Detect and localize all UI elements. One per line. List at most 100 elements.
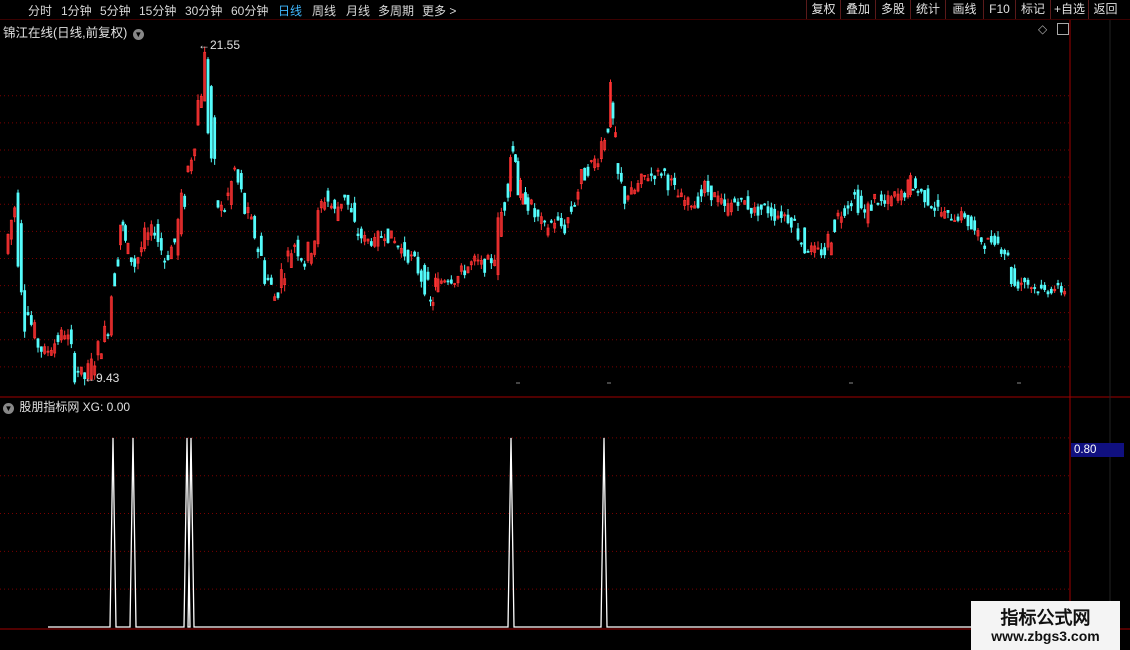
candle-body — [511, 146, 515, 152]
candle-body — [833, 219, 837, 232]
period-tab-9[interactable]: 多周期 — [378, 2, 414, 19]
candle-body — [563, 224, 567, 234]
candle-body — [549, 220, 553, 223]
event-marker-5[interactable] — [1017, 382, 1021, 384]
candle-body — [759, 204, 763, 210]
candle-body — [911, 188, 915, 191]
candle-body — [773, 208, 777, 221]
candle-body — [396, 245, 400, 248]
candle-body — [1023, 277, 1027, 283]
candle-body — [216, 200, 220, 208]
candle-body — [514, 154, 517, 162]
candle-body — [166, 255, 170, 260]
candle-body — [819, 249, 823, 256]
grid-lines — [0, 95, 1070, 590]
toolbar-button-5[interactable]: F10 — [983, 0, 1015, 19]
candlestick-series[interactable] — [6, 46, 1067, 386]
candle-body — [524, 192, 527, 205]
candle-body — [903, 192, 907, 198]
event-marker-4[interactable] — [849, 382, 853, 384]
toolbar-button-7[interactable]: +自选 — [1050, 0, 1088, 19]
candle-body — [963, 213, 967, 218]
period-tab-4[interactable]: 30分钟 — [185, 2, 222, 19]
chevron-down-icon[interactable]: ▼ — [3, 403, 14, 414]
toolbar-button-1[interactable]: 叠加 — [840, 0, 875, 19]
candle-body — [659, 173, 663, 176]
watermark-url: www.zbgs3.com — [991, 628, 1100, 644]
panel-frames — [0, 20, 1130, 650]
candle-body — [856, 189, 860, 213]
period-tab-8[interactable]: 月线 — [346, 2, 370, 19]
candle-body — [483, 258, 487, 273]
candle-body — [999, 249, 1003, 254]
toolbar-button-4[interactable]: 画线 — [945, 0, 983, 19]
xg-signal-line — [48, 437, 1070, 628]
candle-body — [763, 203, 767, 206]
period-tab-5[interactable]: 60分钟 — [231, 2, 268, 19]
candle-body — [516, 161, 520, 196]
toolbar-button-0[interactable]: 复权 — [806, 0, 840, 19]
panel-layout-icon[interactable] — [1057, 23, 1069, 35]
indicator-highlight-value: 0.80 — [1071, 443, 1124, 457]
period-tab-0[interactable]: 分时 — [28, 2, 52, 19]
candle-body — [919, 188, 923, 192]
candle-body — [869, 204, 873, 211]
candle-body — [506, 183, 510, 198]
candle-body — [1046, 291, 1050, 295]
candle-body — [429, 299, 432, 302]
candle-body — [463, 270, 467, 276]
candle-body — [1003, 249, 1007, 255]
candle-body — [769, 207, 773, 217]
candle-body — [263, 260, 267, 284]
candle-body — [616, 163, 620, 174]
candle-body — [299, 258, 303, 261]
candle-body — [663, 168, 667, 172]
candle-body — [29, 315, 33, 325]
period-tab-1[interactable]: 1分钟 — [61, 2, 92, 19]
candle-body — [956, 216, 960, 221]
candle-body — [343, 194, 347, 198]
period-tab-2[interactable]: 5分钟 — [100, 2, 131, 19]
candle-body — [269, 277, 273, 285]
candle-body — [206, 59, 210, 134]
period-tab-10[interactable]: 更多 > — [422, 2, 456, 19]
candle-body — [303, 263, 307, 267]
candle-body — [19, 223, 23, 293]
candle-body — [259, 235, 263, 256]
panel-diamond-icon[interactable]: ◇ — [1038, 22, 1047, 36]
period-tab-7[interactable]: 周线 — [312, 2, 336, 19]
indicator-series[interactable] — [48, 437, 1070, 628]
candle-body — [849, 203, 853, 207]
candle-body — [736, 201, 740, 206]
candle-body — [573, 204, 577, 207]
candle-body — [236, 169, 240, 183]
candle-body — [789, 217, 793, 228]
candle-body — [39, 346, 43, 352]
period-tab-3[interactable]: 15分钟 — [139, 2, 176, 19]
toolbar-button-6[interactable]: 标记 — [1015, 0, 1050, 19]
candle-body — [619, 172, 623, 182]
period-tab-6[interactable]: 日线 — [278, 2, 302, 19]
candle-body — [973, 220, 977, 231]
candle-body — [739, 197, 743, 200]
candle-body — [346, 194, 350, 205]
candle-body — [556, 216, 560, 221]
chevron-down-icon[interactable]: ▼ — [132, 29, 144, 40]
candle-body — [209, 86, 213, 159]
candle-body — [879, 194, 883, 202]
candle-body — [1026, 279, 1030, 285]
candle-body — [706, 180, 710, 193]
toolbar-button-2[interactable]: 多股 — [875, 0, 910, 19]
candle-body — [26, 312, 30, 316]
candle-body — [129, 257, 133, 263]
event-marker-2[interactable] — [607, 382, 611, 384]
candle-body — [183, 195, 187, 207]
toolbar-button-3[interactable]: 统计 — [910, 0, 945, 19]
candle-body — [929, 206, 933, 209]
candle-body — [353, 202, 357, 222]
candle-body — [993, 235, 997, 245]
chart-area — [0, 20, 1130, 650]
toolbar-button-8[interactable]: 返回 — [1088, 0, 1122, 19]
event-marker-1[interactable] — [516, 382, 520, 384]
candle-body — [806, 251, 810, 253]
